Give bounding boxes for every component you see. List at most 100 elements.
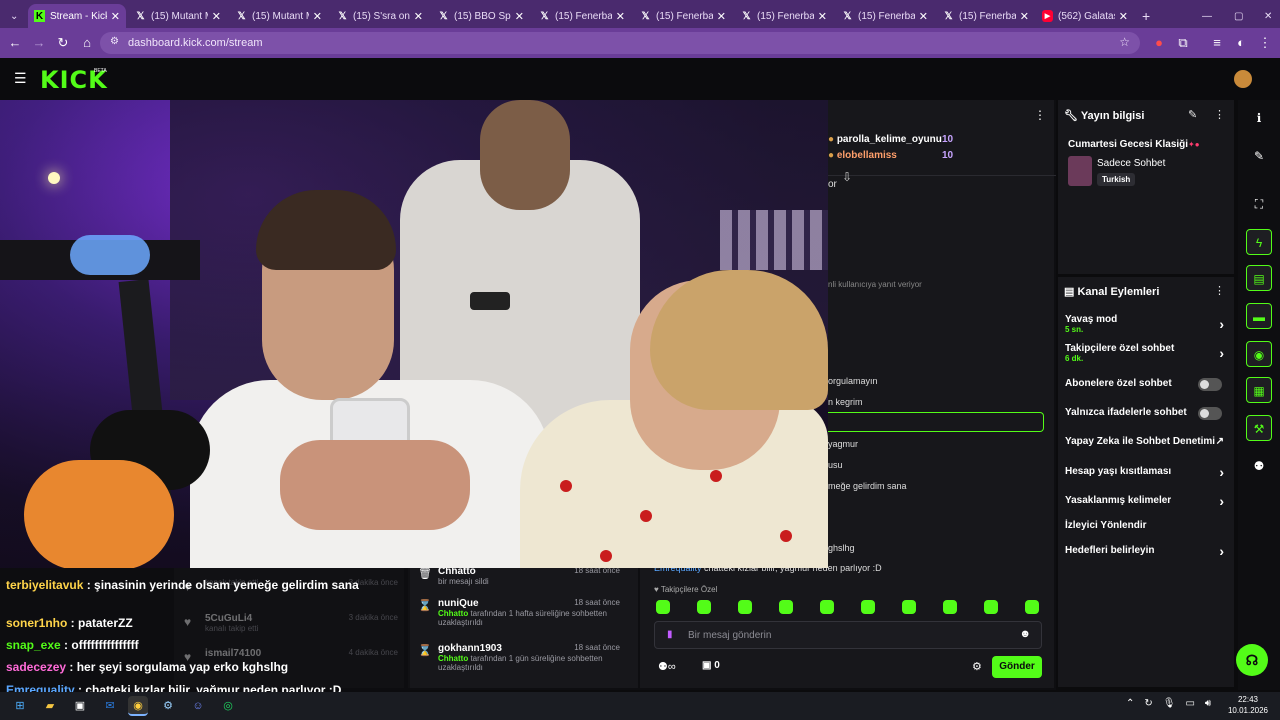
collapse-icon[interactable]: ⇩ bbox=[842, 170, 852, 184]
category-thumbnail[interactable] bbox=[1068, 156, 1092, 186]
moderator-name[interactable]: Chhatto bbox=[438, 609, 468, 618]
browser-tab[interactable]: 𝕏 (15) Mutant Me ✕ bbox=[129, 4, 227, 28]
site-info-icon[interactable]: ⚙ bbox=[110, 36, 119, 47]
lightning-icon[interactable]: ϟ bbox=[1246, 229, 1272, 255]
channel-action-item[interactable]: Takipçilere özel sohbet 6 dk. › bbox=[1065, 343, 1230, 363]
toggle-switch[interactable] bbox=[1198, 378, 1222, 391]
pencil-icon[interactable]: ✎ bbox=[1246, 143, 1272, 169]
channel-action-item[interactable]: Hedefleri belirleyin › bbox=[1065, 543, 1230, 559]
document-icon[interactable]: ▤ bbox=[1246, 265, 1272, 291]
points-icon[interactable]: ⚉∞ bbox=[658, 660, 676, 673]
emote-icon[interactable] bbox=[902, 600, 916, 614]
info-icon[interactable]: ℹ bbox=[1246, 105, 1272, 131]
chat-settings-icon[interactable]: ⚙ bbox=[972, 660, 982, 673]
browser-tab[interactable]: 𝕏 (15) Fenerbahç ✕ bbox=[836, 4, 934, 28]
profile-avatar[interactable]: ◐ bbox=[1232, 34, 1250, 52]
support-headset-icon[interactable]: ☊ bbox=[1236, 644, 1268, 676]
back-icon[interactable]: ← bbox=[6, 34, 24, 52]
chat-input[interactable]: ▮ Bir mesaj gönderin ☻ bbox=[654, 621, 1042, 649]
emote-icon[interactable] bbox=[738, 600, 752, 614]
close-tab-icon[interactable]: ✕ bbox=[515, 10, 524, 23]
maximize-button[interactable]: ▢ bbox=[1228, 4, 1244, 28]
system-tray[interactable]: ⌃↻🎙︎▭🔊︎ bbox=[1126, 698, 1221, 709]
close-tab-icon[interactable]: ✕ bbox=[1119, 10, 1128, 23]
browser-tab[interactable]: 𝕏 (15) Fenerbahç ✕ bbox=[735, 4, 833, 28]
emote-icon[interactable] bbox=[656, 600, 670, 614]
chrome-icon[interactable]: ◉ bbox=[128, 696, 148, 716]
channel-action-item[interactable]: Hesap yaşı kısıtlaması › bbox=[1065, 464, 1230, 480]
emote-icon[interactable] bbox=[779, 600, 793, 614]
chat-username[interactable]: sadecezey bbox=[6, 660, 66, 674]
extensions-puzzle-icon[interactable]: ⧉ bbox=[1174, 34, 1192, 52]
steam-icon[interactable]: ⚙ bbox=[158, 696, 178, 716]
user-avatar[interactable] bbox=[1234, 70, 1252, 88]
channel-action-item[interactable]: İzleyici Yönlendir bbox=[1065, 520, 1230, 531]
browser-tab[interactable]: 𝕏 (15) BBO Sport ✕ bbox=[432, 4, 530, 28]
close-tab-icon[interactable]: ✕ bbox=[919, 10, 928, 23]
hamburger-menu-icon[interactable]: ☰ bbox=[14, 70, 27, 87]
forward-icon[interactable]: → bbox=[30, 34, 48, 52]
tab-search-button[interactable]: ⌄ bbox=[4, 4, 24, 28]
close-tab-icon[interactable]: ✕ bbox=[616, 10, 625, 23]
chat-options-icon[interactable]: ⋮ bbox=[1034, 108, 1046, 122]
chat-username[interactable]: snap_exe bbox=[6, 638, 61, 652]
windows-start-icon[interactable]: ⊞ bbox=[10, 696, 30, 716]
browser-tab[interactable]: 𝕏 (15) Fenerbahç ✕ bbox=[634, 4, 732, 28]
channel-action-item[interactable]: Yalnızca ifadelerle sohbet bbox=[1065, 407, 1230, 420]
media-control-icon[interactable]: ≡ bbox=[1208, 34, 1226, 52]
toggle-switch[interactable] bbox=[1198, 407, 1222, 420]
send-button[interactable]: Gönder bbox=[992, 656, 1042, 678]
emote-icon[interactable] bbox=[861, 600, 875, 614]
close-tab-icon[interactable]: ✕ bbox=[313, 10, 322, 23]
file-explorer-icon[interactable]: ▰ bbox=[40, 696, 60, 716]
leaderboard-user[interactable]: parolla_kelime_oyunu bbox=[837, 134, 942, 145]
new-tab-button[interactable]: + bbox=[1136, 4, 1156, 28]
spotify-icon[interactable]: ◎ bbox=[218, 696, 238, 716]
browser-tab[interactable]: 𝕏 (15) Fenerbahç ✕ bbox=[533, 4, 631, 28]
layout-icon[interactable]: ▦ bbox=[1246, 377, 1272, 403]
chat-username[interactable]: soner1nho bbox=[6, 616, 67, 630]
channel-action-item[interactable]: Yavaş mod 5 sn. › bbox=[1065, 314, 1230, 334]
edit-icon[interactable]: ✎ bbox=[1188, 108, 1197, 121]
expand-icon[interactable]: ⛶ bbox=[1246, 191, 1272, 217]
extension-icon[interactable]: ● bbox=[1150, 34, 1168, 52]
browser-tab[interactable]: 𝕏 (15) Mutant Me ✕ bbox=[230, 4, 328, 28]
channel-action-item[interactable]: Yasaklanmış kelimeler › bbox=[1065, 493, 1230, 509]
store-icon[interactable]: ▣ bbox=[70, 696, 90, 716]
outlook-icon[interactable]: ✉ bbox=[100, 696, 120, 716]
browser-tab[interactable]: 𝕏 (15) Fenerbahç ✕ bbox=[937, 4, 1035, 28]
emote-icon[interactable] bbox=[943, 600, 957, 614]
minimize-button[interactable]: — bbox=[1196, 4, 1212, 28]
emoji-icon[interactable]: ☻ bbox=[1019, 628, 1031, 640]
highlighted-message[interactable] bbox=[828, 412, 1044, 432]
stream-category[interactable]: Sadece Sohbet bbox=[1097, 158, 1165, 169]
browser-menu-icon[interactable]: ⋮ bbox=[1256, 34, 1274, 52]
broadcast-icon[interactable]: ◉ bbox=[1246, 341, 1272, 367]
close-tab-icon[interactable]: ✕ bbox=[1020, 10, 1029, 23]
stream-info-options-icon[interactable]: ⋮ bbox=[1214, 108, 1225, 121]
close-tab-icon[interactable]: ✕ bbox=[212, 10, 221, 23]
leaderboard-user[interactable]: elobellamiss bbox=[837, 150, 897, 161]
close-tab-icon[interactable]: ✕ bbox=[717, 10, 726, 23]
taskbar-clock[interactable]: 22:43 10.01.2026 bbox=[1226, 694, 1270, 716]
browser-tab[interactable]: 𝕏 (15) S'sra on X ✕ bbox=[331, 4, 429, 28]
discord-icon[interactable]: ☺ bbox=[188, 696, 208, 716]
browser-tab[interactable]: ▶ (562) Galatasa ✕ bbox=[1036, 4, 1134, 28]
close-tab-icon[interactable]: ✕ bbox=[111, 10, 120, 23]
browser-tab[interactable]: K Stream - Kick D ✕ bbox=[28, 4, 126, 28]
reload-icon[interactable]: ↻ bbox=[54, 34, 72, 52]
emote-icon[interactable] bbox=[697, 600, 711, 614]
emote-icon[interactable] bbox=[984, 600, 998, 614]
bookmark-star-icon[interactable]: ☆ bbox=[1119, 35, 1130, 49]
moderator-name[interactable]: Chhatto bbox=[438, 654, 468, 663]
emote-icon[interactable] bbox=[1025, 600, 1039, 614]
emote-icon[interactable] bbox=[820, 600, 834, 614]
stream-video[interactable] bbox=[0, 100, 828, 568]
address-bar[interactable]: ⚙ dashboard.kick.com/stream ☆ bbox=[100, 32, 1140, 54]
microphone-icon[interactable]: ▮ bbox=[667, 629, 673, 640]
channel-action-item[interactable]: Yapay Zeka ile Sohbet Denetimi ↗ bbox=[1065, 436, 1230, 447]
home-icon[interactable]: ⌂ bbox=[78, 34, 96, 52]
chat-username[interactable]: terbiyelitavuk bbox=[6, 578, 83, 592]
close-window-button[interactable]: ✕ bbox=[1258, 4, 1274, 28]
chat-bubble-icon[interactable]: ▬ bbox=[1246, 303, 1272, 329]
